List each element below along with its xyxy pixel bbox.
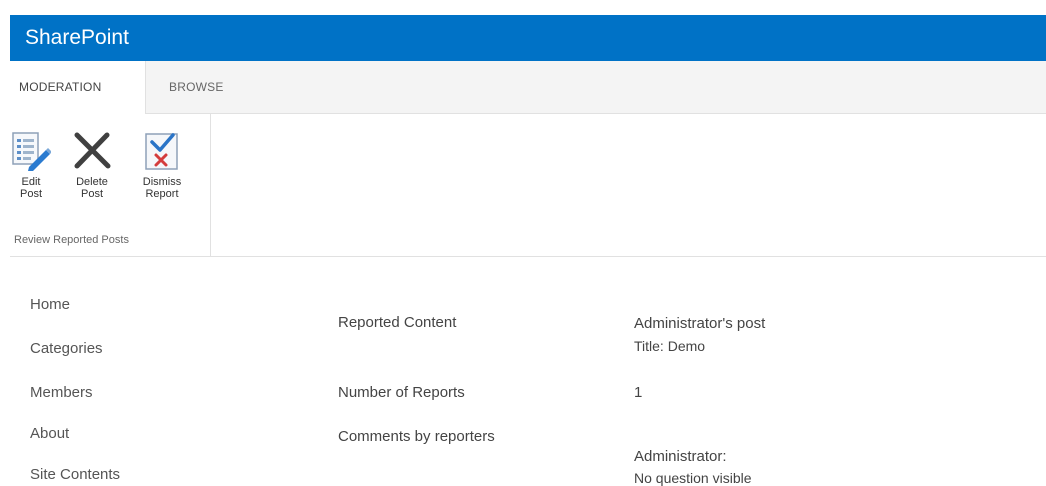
- edit-post-button[interactable]: Edit Post: [8, 131, 54, 200]
- ribbon: Edit Post Delete Post Dismiss Report Rev…: [10, 114, 1046, 257]
- nav-members[interactable]: Members: [30, 384, 93, 401]
- dismiss-report-button[interactable]: Dismiss Report: [131, 131, 193, 200]
- reported-content-label: Reported Content: [338, 314, 457, 331]
- comment-text: No question visible: [634, 470, 752, 486]
- delete-post-button[interactable]: Delete Post: [67, 131, 117, 200]
- edit-post-label: Edit Post: [19, 176, 42, 200]
- review-reported-posts-group: Edit Post Delete Post Dismiss Report Rev…: [10, 114, 211, 256]
- review-reported-posts-label: Review Reported Posts: [14, 234, 129, 246]
- delete-x-icon: [74, 132, 111, 169]
- reported-content-title: Title: Demo: [634, 338, 706, 354]
- number-of-reports-label: Number of Reports: [338, 384, 465, 401]
- edit-post-icon: [12, 132, 51, 171]
- nav-categories[interactable]: Categories: [30, 340, 103, 357]
- delete-post-label: Delete Post: [76, 176, 108, 200]
- reported-content-value: Administrator's post: [634, 315, 766, 332]
- tab-moderation-label: MODERATION: [19, 80, 102, 94]
- nav-site-contents[interactable]: Site Contents: [30, 466, 120, 483]
- suite-bar: SharePoint: [10, 15, 1046, 61]
- dismiss-report-label: Dismiss Report: [142, 176, 182, 200]
- nav-about[interactable]: About: [30, 425, 69, 442]
- tab-browse[interactable]: BROWSE: [169, 80, 224, 94]
- number-of-reports-value: 1: [634, 384, 643, 401]
- comment-author: Administrator:: [634, 448, 727, 465]
- comments-by-reporters-label: Comments by reporters: [338, 428, 495, 445]
- nav-home[interactable]: Home: [30, 296, 70, 313]
- sharepoint-logo-text[interactable]: SharePoint: [25, 25, 129, 51]
- ribbon-tab-strip: MODERATION BROWSE: [10, 61, 1046, 114]
- dismiss-report-icon: [145, 133, 178, 170]
- tab-moderation[interactable]: MODERATION: [10, 61, 146, 114]
